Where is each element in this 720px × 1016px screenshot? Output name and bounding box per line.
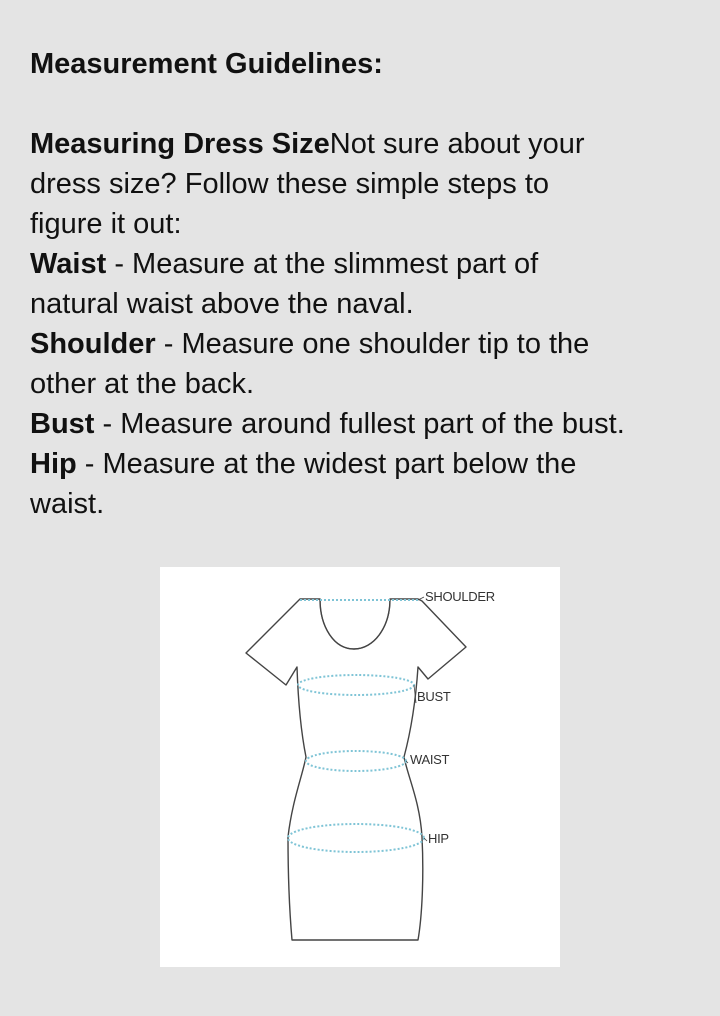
shoulder-text-2: other at the back. <box>30 368 255 400</box>
waist-term: Waist <box>30 248 107 280</box>
waist-label: WAIST <box>410 752 450 767</box>
shoulder-line-1: Shoulder - Measure one shoulder tip to t… <box>30 324 690 364</box>
waist-line-1: Waist - Measure at the slimmest part of <box>30 244 690 284</box>
shoulder-term: Shoulder <box>30 328 156 360</box>
hip-measure-ellipse <box>287 823 425 853</box>
dress-illustration: SHOULDER BUST WAIST HIP <box>245 589 495 941</box>
hip-term: Hip <box>30 448 77 480</box>
hip-text-2: waist. <box>30 488 105 520</box>
waist-measure-ellipse <box>305 750 407 772</box>
dress-measurement-diagram: SHOULDER BUST WAIST HIP <box>160 567 560 967</box>
guidelines-body: Measuring Dress SizeNot sure about your … <box>30 124 690 524</box>
neckline <box>319 598 391 650</box>
bust-term: Bust <box>30 408 95 440</box>
hip-label: HIP <box>428 831 449 846</box>
shoulder-pointer <box>417 596 425 601</box>
waist-text-2: natural waist above the naval. <box>30 288 414 320</box>
intro-text-3: figure it out: <box>30 208 182 240</box>
bust-text-1: - Measure around fullest part of the bus… <box>94 408 625 440</box>
intro-term: Measuring Dress Size <box>30 128 330 160</box>
bust-measure-ellipse <box>297 674 415 696</box>
shoulder-label: SHOULDER <box>425 589 495 604</box>
hip-line-1: Hip - Measure at the widest part below t… <box>30 444 690 484</box>
waist-text-1: - Measure at the slimmest part of <box>106 248 539 280</box>
bust-label: BUST <box>417 689 451 704</box>
dress-outline <box>245 598 467 941</box>
guidelines-title: Measurement Guidelines: <box>30 48 383 80</box>
intro-text-1: Not sure about your <box>329 128 585 160</box>
bust-line-1: Bust - Measure around fullest part of th… <box>30 404 690 444</box>
intro-line-1: Measuring Dress SizeNot sure about your <box>30 124 690 164</box>
measurement-guidelines-page: Measurement Guidelines: Measuring Dress … <box>0 0 720 1016</box>
shoulder-text-1: - Measure one shoulder tip to the <box>155 328 590 360</box>
intro-text-2: dress size? Follow these simple steps to <box>30 168 549 200</box>
hip-text-1: - Measure at the widest part below the <box>76 448 577 480</box>
